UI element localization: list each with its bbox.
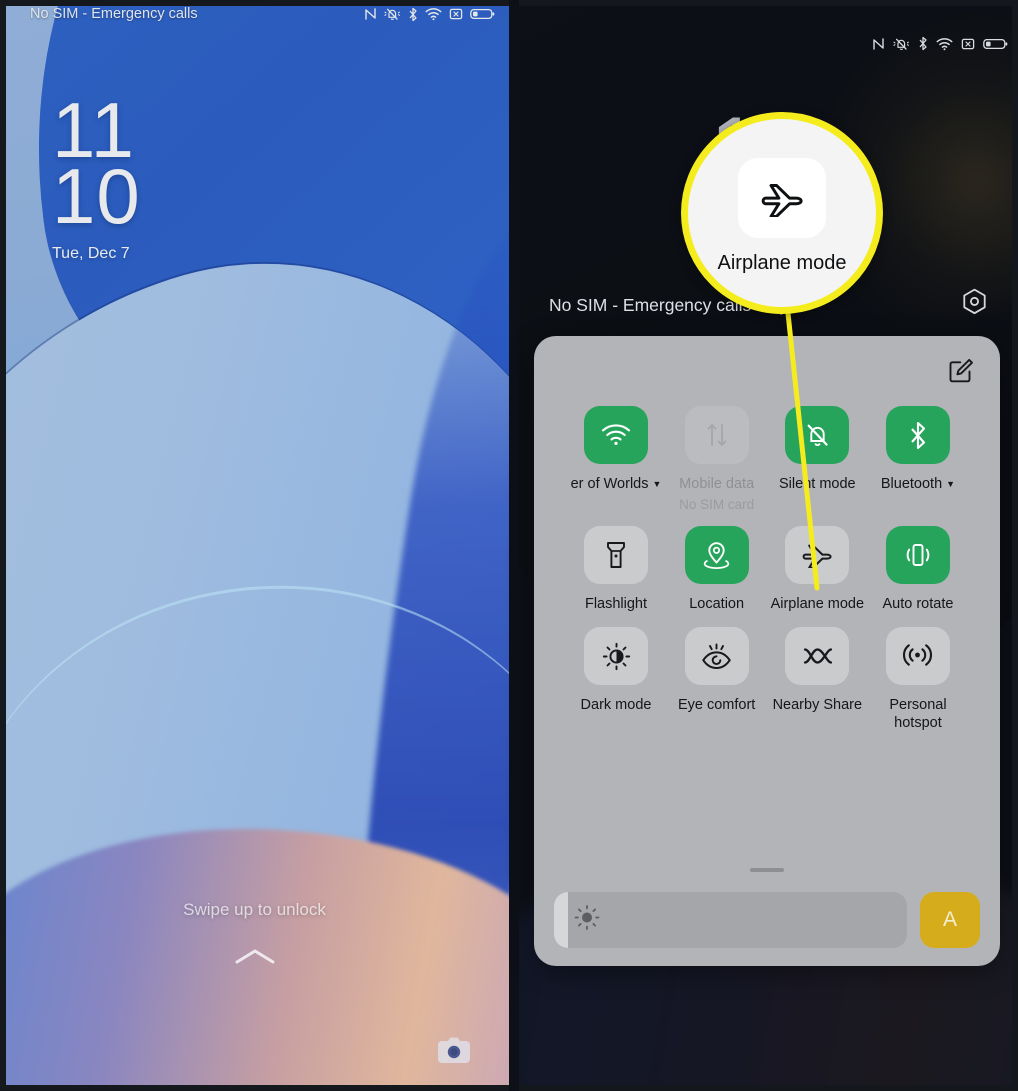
tile-row: Dark mode Eye comfort Nearby Share Perso… [568, 627, 966, 732]
left-phone-lockscreen: No SIM - Emergency calls 11 10 Tue, Dec … [0, 0, 509, 1091]
brightness-slider[interactable] [554, 892, 907, 948]
bluetooth-icon [918, 36, 928, 51]
tile-location[interactable]: Location [669, 525, 765, 614]
right-status-bar [872, 36, 1008, 51]
lockscreen-clock: 11 10 Tue, Dec 7 [52, 91, 141, 263]
airplane-mode-toggle-button[interactable] [785, 525, 850, 584]
brightness-slider-fill [554, 892, 569, 948]
auto-brightness-button[interactable]: A [920, 892, 980, 948]
chevron-up-icon[interactable] [0, 946, 509, 968]
tile-label-group: Flashlight [585, 596, 647, 614]
camera-shortcut-button[interactable] [437, 1036, 471, 1069]
wifi-toggle-button[interactable] [584, 406, 648, 464]
wifi-icon [936, 37, 953, 51]
mobile-data-toggle-button[interactable] [684, 406, 749, 464]
tile-label: Personal hotspot [889, 697, 947, 732]
magnifier-callout: Airplane mode [681, 112, 883, 314]
tile-mobile-data[interactable]: Mobile data No SIM card [669, 406, 765, 512]
battery-icon [470, 7, 495, 21]
nfc-icon [364, 7, 377, 21]
nearby-share-toggle-button[interactable] [785, 627, 850, 686]
panel-drag-handle[interactable] [750, 868, 784, 872]
silent-mode-toggle-button[interactable] [785, 406, 850, 464]
tile-row: er of Worlds ▼ Mobile data No SIM card S… [568, 406, 966, 512]
unlock-hint-label: Swipe up to unlock [183, 900, 326, 919]
tile-nearby-share[interactable]: Nearby Share [769, 627, 865, 732]
chevron-down-icon[interactable]: ▼ [946, 480, 955, 489]
tile-label: Nearby Share [772, 697, 863, 714]
brightness-sun-icon [574, 905, 600, 936]
gear-icon[interactable] [961, 288, 988, 322]
eye-comfort-toggle-button[interactable] [684, 627, 749, 686]
tile-eye-comfort[interactable]: Eye comfort [669, 627, 765, 732]
tile-label: Bluetooth [880, 476, 943, 492]
unlock-hint-group[interactable]: Swipe up to unlock [0, 900, 509, 968]
tile-personal-hotspot[interactable]: Personal hotspot [870, 627, 966, 732]
tile-label-group: Personal hotspot [889, 697, 946, 732]
tile-label-group: Auto rotate [883, 596, 954, 614]
tile-label-group: er of Worlds ▼ [571, 476, 662, 494]
tile-auto-rotate[interactable]: Auto rotate [870, 525, 966, 614]
tile-label: Eye comfort [677, 697, 756, 714]
clock-date: Tue, Dec 7 [52, 245, 130, 263]
tile-sublabel: No SIM card [679, 496, 755, 512]
dark-mode-toggle-button[interactable] [584, 627, 648, 686]
tile-flashlight[interactable]: Flashlight [568, 525, 664, 614]
wifi-icon [425, 7, 442, 21]
silent-bell-icon [893, 37, 910, 51]
tile-row: Flashlight Location Airplane mode Auto r… [568, 525, 966, 614]
tile-bluetooth[interactable]: Bluetooth ▼ [870, 406, 966, 512]
left-status-bar: No SIM - Emergency calls [0, 0, 509, 28]
tile-wifi[interactable]: er of Worlds ▼ [568, 406, 664, 512]
tile-label-group: Bluetooth ▼ [881, 476, 955, 494]
brightness-control-row: A [554, 892, 980, 948]
silent-bell-icon [384, 7, 401, 21]
tile-silent-mode[interactable]: Silent mode [769, 406, 865, 512]
bluetooth-toggle-button[interactable] [885, 406, 950, 464]
quick-settings-panel: er of Worlds ▼ Mobile data No SIM card S… [534, 336, 1000, 966]
tile-label: Location [689, 595, 745, 612]
tile-label-group: Mobile data [679, 476, 754, 494]
tile-label: Mobile data [679, 476, 755, 492]
tile-label: Airplane mode [770, 595, 865, 612]
tile-airplane-mode[interactable]: Airplane mode [769, 525, 865, 614]
status-carrier-label: No SIM - Emergency calls [30, 6, 198, 22]
tile-label: Flashlight [584, 595, 648, 612]
clock-minute: 10 [52, 151, 141, 240]
personal-hotspot-toggle-button[interactable] [885, 627, 950, 686]
status-icon-group [364, 7, 495, 22]
tile-label-group: Location [689, 596, 744, 614]
auto-rotate-toggle-button[interactable] [885, 525, 950, 584]
tile-label: Silent mode [779, 476, 856, 492]
tile-label-group: Dark mode [581, 697, 652, 715]
edit-pencil-icon[interactable] [948, 358, 974, 389]
tile-label: er of Worlds [570, 476, 649, 492]
callout-airplane-tile[interactable] [738, 157, 826, 238]
flashlight-toggle-button[interactable] [584, 525, 648, 584]
screenshot-root: No SIM - Emergency calls 11 10 Tue, Dec … [0, 0, 1018, 1091]
tile-label-group: Silent mode [779, 476, 856, 494]
location-toggle-button[interactable] [684, 525, 749, 584]
nfc-icon [872, 37, 885, 51]
tile-label: Auto rotate [882, 595, 954, 612]
bluetooth-icon [408, 7, 418, 22]
chevron-down-icon[interactable]: ▼ [652, 480, 661, 489]
tile-label-group: Nearby Share [773, 697, 862, 715]
tile-dark-mode[interactable]: Dark mode [568, 627, 664, 732]
battery-icon [983, 37, 1008, 51]
tile-label-group: Eye comfort [678, 697, 755, 715]
callout-label: Airplane mode [717, 251, 847, 274]
screenshot-icon [961, 37, 975, 51]
tile-label-group: Airplane mode [771, 596, 865, 614]
quick-settings-tile-grid: er of Worlds ▼ Mobile data No SIM card S… [534, 406, 1000, 747]
tile-label: Dark mode [580, 697, 652, 714]
screenshot-icon [449, 7, 463, 21]
